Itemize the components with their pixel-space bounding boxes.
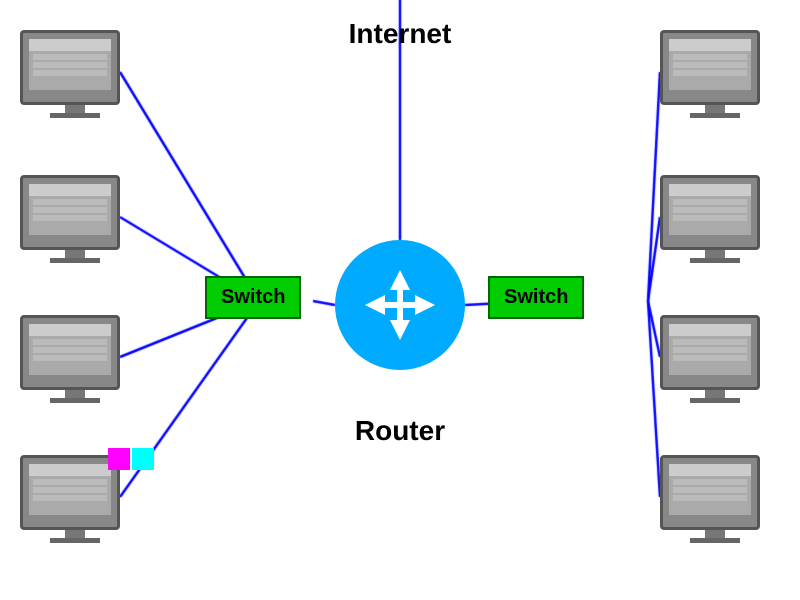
switch-right: Switch (488, 276, 584, 319)
magenta-square (108, 448, 130, 470)
cyan-square (132, 448, 154, 470)
computer-tr (660, 30, 770, 120)
computer-tl (20, 30, 130, 120)
router-icon (335, 240, 465, 370)
color-squares (108, 448, 154, 470)
router-label: Router (355, 415, 445, 447)
computer-bl (20, 315, 130, 405)
internet-label: Internet (349, 18, 452, 50)
computer-br (660, 315, 770, 405)
computer-mr (660, 175, 770, 265)
computer-ml (20, 175, 130, 265)
switch-left: Switch (205, 276, 301, 319)
computer-lr (660, 455, 770, 545)
